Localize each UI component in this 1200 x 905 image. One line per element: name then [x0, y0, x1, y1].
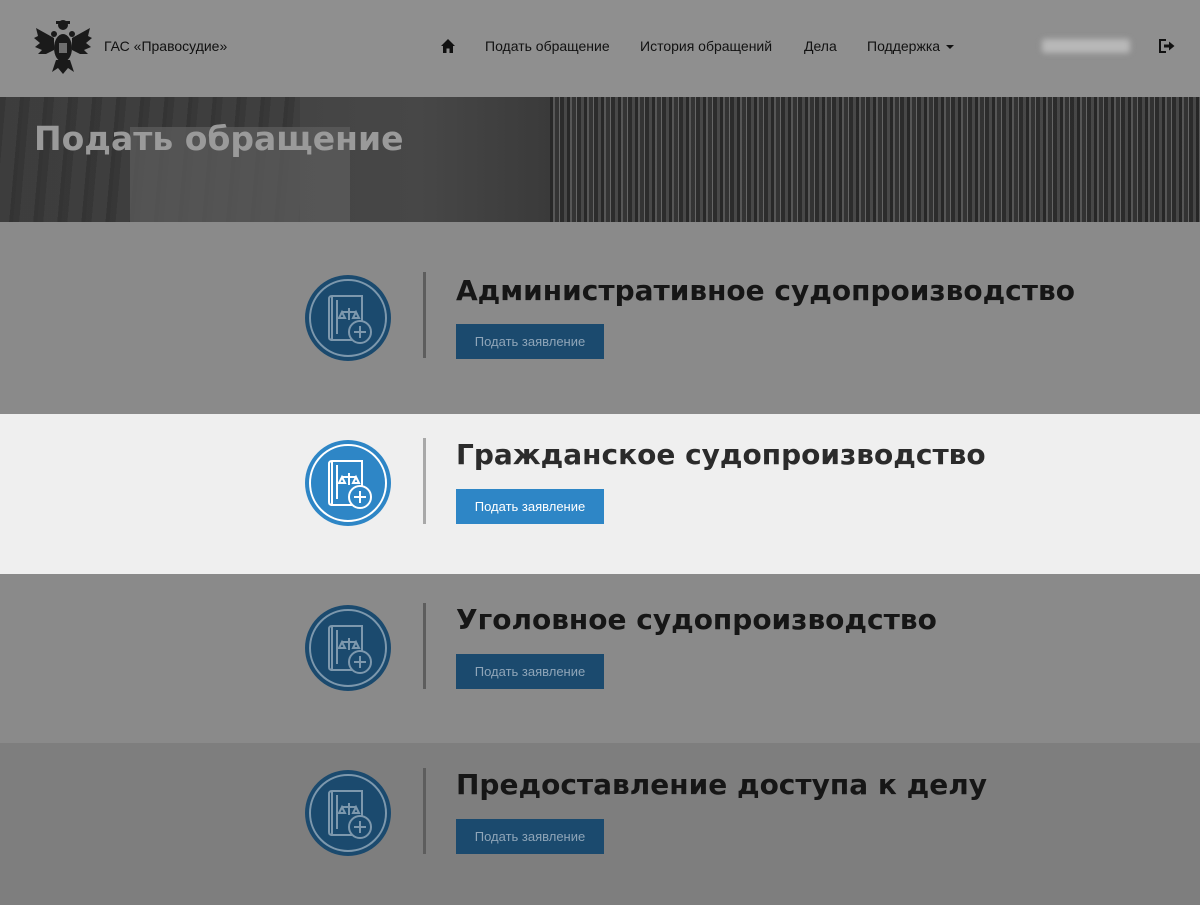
section-title: Уголовное судопроизводство [456, 603, 937, 636]
law-book-plus-icon[interactable] [304, 439, 392, 527]
submit-application-button[interactable]: Подать заявление [456, 819, 604, 854]
coat-of-arms-icon[interactable] [32, 16, 94, 78]
section-criminal: Уголовное судопроизводство Подать заявле… [0, 574, 1200, 743]
section-divider [423, 603, 426, 689]
section-civil: Гражданское судопроизводство Подать заяв… [0, 414, 1200, 574]
section-divider [423, 438, 426, 524]
caret-down-icon [946, 45, 955, 50]
home-icon[interactable] [440, 38, 456, 54]
banner-background-books [550, 97, 1200, 222]
logout-icon[interactable] [1158, 38, 1176, 54]
section-title: Административное судопроизводство [456, 274, 1075, 307]
nav-cases[interactable]: Дела [804, 38, 837, 54]
user-name-blurred[interactable] [1042, 39, 1130, 53]
nav-support-label: Поддержка [867, 38, 941, 54]
section-administrative: Административное судопроизводство Подать… [0, 222, 1200, 414]
law-book-plus-icon[interactable] [304, 274, 392, 362]
law-book-plus-icon[interactable] [304, 604, 392, 692]
law-book-plus-icon[interactable] [304, 769, 392, 857]
nav-appeal-history[interactable]: История обращений [640, 38, 772, 54]
submit-application-button[interactable]: Подать заявление [456, 489, 604, 524]
section-case-access: Предоставление доступа к делу Подать зая… [0, 743, 1200, 905]
brand-name[interactable]: ГАС «Правосудие» [104, 38, 227, 54]
section-divider [423, 768, 426, 854]
nav-support-dropdown[interactable]: Поддержка [867, 38, 955, 54]
page-banner: Подать обращение [0, 97, 1200, 222]
page-title: Подать обращение [34, 119, 404, 158]
section-title: Предоставление доступа к делу [456, 768, 987, 801]
top-header: ГАС «Правосудие» Подать обращение Истори… [0, 0, 1200, 97]
section-divider [423, 272, 426, 358]
nav-submit-appeal[interactable]: Подать обращение [485, 38, 610, 54]
submit-application-button[interactable]: Подать заявление [456, 654, 604, 689]
submit-application-button[interactable]: Подать заявление [456, 324, 604, 359]
section-title: Гражданское судопроизводство [456, 438, 986, 471]
